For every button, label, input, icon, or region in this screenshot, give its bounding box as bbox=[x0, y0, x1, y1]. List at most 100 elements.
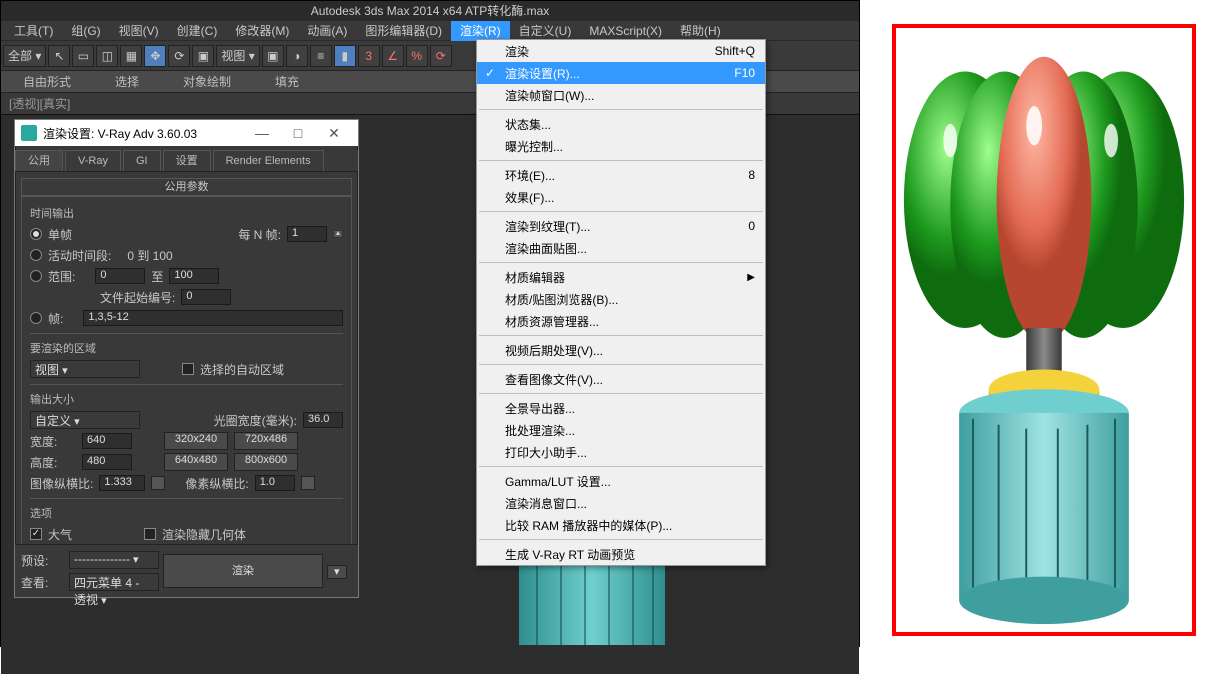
rotate-icon[interactable]: ⟳ bbox=[168, 45, 190, 67]
selection-filter[interactable]: 全部 ▾ bbox=[3, 45, 46, 67]
input-img-aspect[interactable]: 1.333 bbox=[99, 475, 145, 491]
combo-area[interactable]: 视图 ▾ bbox=[30, 360, 140, 378]
input-height[interactable]: 480 bbox=[82, 454, 132, 470]
preset-320x240[interactable]: 320x240 bbox=[164, 432, 228, 450]
menu-item[interactable]: 曝光控制... bbox=[477, 135, 765, 157]
menu-item[interactable]: 材质编辑器▶ bbox=[477, 266, 765, 288]
chk-atmosphere[interactable] bbox=[30, 528, 42, 540]
menu-item[interactable]: 渲染曲面贴图... bbox=[477, 237, 765, 259]
menu-修改器m[interactable]: 修改器(M) bbox=[226, 21, 298, 41]
minimize-button[interactable]: — bbox=[244, 122, 280, 144]
menu-item[interactable]: 生成 V-Ray RT 动画预览 bbox=[477, 543, 765, 565]
toolbar-icon[interactable]: ◑ bbox=[286, 45, 308, 67]
menu-渲染r[interactable]: 渲染(R) bbox=[451, 21, 510, 41]
ribbon-对象绘制[interactable]: 对象绘制 bbox=[161, 73, 253, 90]
toolbar-icon[interactable]: ◫ bbox=[96, 45, 118, 67]
scale-icon[interactable]: ▣ bbox=[192, 45, 214, 67]
radio-frames[interactable] bbox=[30, 312, 42, 324]
menu-item[interactable]: 环境(E)...8 bbox=[477, 164, 765, 186]
input-every-n[interactable]: 1 bbox=[287, 226, 327, 242]
lock-img-aspect[interactable] bbox=[151, 476, 165, 490]
radio-active[interactable] bbox=[30, 249, 42, 261]
tab-render elements[interactable]: Render Elements bbox=[213, 150, 324, 171]
menu-工具t[interactable]: 工具(T) bbox=[5, 21, 62, 41]
input-pix-aspect[interactable]: 1.0 bbox=[255, 475, 295, 491]
group-output-size: 输出大小 bbox=[30, 391, 343, 407]
toolbar-icon[interactable]: ↖ bbox=[48, 45, 70, 67]
close-button[interactable]: ✕ bbox=[316, 122, 352, 144]
menu-视图v[interactable]: 视图(V) bbox=[110, 21, 168, 41]
input-width[interactable]: 640 bbox=[82, 433, 132, 449]
render-menu-dropdown[interactable]: 渲染Shift+Q✓渲染设置(R)...F10渲染帧窗口(W)... 状态集...… bbox=[476, 39, 766, 566]
angle-snap-icon[interactable]: ∠ bbox=[382, 45, 404, 67]
tab-v-ray[interactable]: V-Ray bbox=[65, 150, 121, 171]
menu-item[interactable]: ✓渲染设置(R)...F10 bbox=[477, 62, 765, 84]
menu-separator bbox=[479, 335, 763, 336]
input-range-from[interactable]: 0 bbox=[95, 268, 145, 284]
move-icon[interactable]: ✥ bbox=[144, 45, 166, 67]
toolbar-icon[interactable]: ▭ bbox=[72, 45, 94, 67]
input-range-to[interactable]: 100 bbox=[169, 268, 219, 284]
chk-hidden[interactable] bbox=[144, 528, 156, 540]
menu-item[interactable]: 渲染Shift+Q bbox=[477, 40, 765, 62]
preset-640x480[interactable]: 640x480 bbox=[164, 453, 228, 471]
snap-icon[interactable]: 3 bbox=[358, 45, 380, 67]
menu-创建c[interactable]: 创建(C) bbox=[168, 21, 227, 41]
ribbon-选择[interactable]: 选择 bbox=[93, 73, 161, 90]
rollout-header[interactable]: 公用参数 bbox=[21, 178, 352, 196]
tab-公用[interactable]: 公用 bbox=[15, 150, 63, 171]
menu-item[interactable]: 比较 RAM 播放器中的媒体(P)... bbox=[477, 514, 765, 536]
menu-item[interactable]: 渲染消息窗口... bbox=[477, 492, 765, 514]
menu-item[interactable]: 全景导出器... bbox=[477, 397, 765, 419]
render-settings-dialog[interactable]: 渲染设置: V-Ray Adv 3.60.03 — □ ✕ 公用V-RayGI设… bbox=[14, 119, 359, 598]
input-frames[interactable]: 1,3,5-12 bbox=[83, 310, 343, 326]
dialog-tabs[interactable]: 公用V-RayGI设置Render Elements bbox=[15, 150, 358, 172]
menu-动画a[interactable]: 动画(A) bbox=[298, 21, 356, 41]
toolbar-icon[interactable]: ▦ bbox=[120, 45, 142, 67]
toolbar-icon[interactable]: ▣ bbox=[262, 45, 284, 67]
menu-item[interactable]: 查看图像文件(V)... bbox=[477, 368, 765, 390]
coord-system[interactable]: 视图 ▾ bbox=[216, 45, 259, 67]
preset-720x486[interactable]: 720x486 bbox=[234, 432, 298, 450]
menu-bar[interactable]: 工具(T)组(G)视图(V)创建(C)修改器(M)动画(A)图形编辑器(D)渲染… bbox=[1, 21, 859, 41]
menu-item[interactable]: 效果(F)... bbox=[477, 186, 765, 208]
percent-snap-icon[interactable]: % bbox=[406, 45, 428, 67]
toolbar-icon[interactable]: ⟳ bbox=[430, 45, 452, 67]
menu-item[interactable]: 渲染帧窗口(W)... bbox=[477, 84, 765, 106]
menu-item[interactable]: 状态集... bbox=[477, 113, 765, 135]
menu-组g[interactable]: 组(G) bbox=[62, 21, 109, 41]
toolbar-icon[interactable]: ▮ bbox=[334, 45, 356, 67]
lock-pix-aspect[interactable] bbox=[301, 476, 315, 490]
menu-item[interactable]: 材质资源管理器... bbox=[477, 310, 765, 332]
combo-view[interactable]: 四元菜单 4 - 透视 ▾ bbox=[69, 573, 159, 591]
render-button[interactable]: 渲染 bbox=[163, 554, 323, 588]
maximize-button[interactable]: □ bbox=[280, 122, 316, 144]
menu-帮助h[interactable]: 帮助(H) bbox=[671, 21, 730, 41]
preset-800x600[interactable]: 800x600 bbox=[234, 453, 298, 471]
combo-preset[interactable]: -------------- ▾ bbox=[69, 551, 159, 569]
menu-图形编辑器d[interactable]: 图形编辑器(D) bbox=[356, 21, 451, 41]
label-frames: 帧: bbox=[48, 310, 63, 327]
menu-自定义u[interactable]: 自定义(U) bbox=[510, 21, 581, 41]
menu-item[interactable]: Gamma/LUT 设置... bbox=[477, 470, 765, 492]
toolbar-icon[interactable]: ≡ bbox=[310, 45, 332, 67]
radio-single-frame[interactable] bbox=[30, 228, 42, 240]
radio-range[interactable] bbox=[30, 270, 42, 282]
dialog-titlebar[interactable]: 渲染设置: V-Ray Adv 3.60.03 — □ ✕ bbox=[15, 120, 358, 146]
chk-auto-region[interactable] bbox=[182, 363, 194, 375]
menu-item[interactable]: 打印大小助手... bbox=[477, 441, 765, 463]
menu-item[interactable]: 批处理渲染... bbox=[477, 419, 765, 441]
tab-设置[interactable]: 设置 bbox=[163, 150, 211, 171]
tab-gi[interactable]: GI bbox=[123, 150, 161, 171]
render-dropdown-button[interactable]: ▾ bbox=[327, 565, 347, 579]
menu-item[interactable]: 渲染到纹理(T)...0 bbox=[477, 215, 765, 237]
ribbon-填充[interactable]: 填充 bbox=[253, 73, 321, 90]
ribbon-自由形式[interactable]: 自由形式 bbox=[1, 73, 93, 90]
menu-item-label: 渲染曲面贴图... bbox=[505, 240, 587, 257]
combo-out-preset[interactable]: 自定义 ▾ bbox=[30, 411, 140, 429]
input-aperture[interactable]: 36.0 bbox=[303, 412, 343, 428]
menu-item[interactable]: 材质/贴图浏览器(B)... bbox=[477, 288, 765, 310]
menu-item[interactable]: 视频后期处理(V)... bbox=[477, 339, 765, 361]
menu-maxscriptx[interactable]: MAXScript(X) bbox=[580, 21, 671, 41]
input-file-start[interactable]: 0 bbox=[181, 289, 231, 305]
